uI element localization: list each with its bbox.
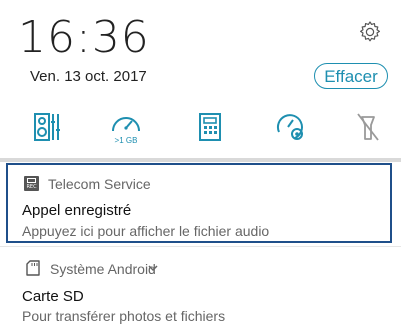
quick-setting-boost[interactable] bbox=[268, 105, 312, 149]
notification-sd-card[interactable]: Système Android Carte SD Pour transférer… bbox=[0, 247, 401, 329]
notification-call-recorded[interactable]: REC Telecom Service Appel enregistré App… bbox=[6, 163, 392, 243]
quick-setting-audio-wizard[interactable] bbox=[26, 105, 70, 149]
notification-title: Appel enregistré bbox=[22, 202, 132, 219]
quick-setting-flashlight[interactable] bbox=[346, 105, 390, 149]
calculator-icon bbox=[199, 113, 221, 141]
sd-card-icon bbox=[26, 260, 40, 276]
recorder-icon: REC bbox=[24, 176, 39, 191]
boost-icon bbox=[276, 114, 303, 140]
notification-app-name: Système Android bbox=[50, 261, 156, 277]
date-label: Ven. 13 oct. 2017 bbox=[30, 68, 147, 85]
flashlight-off-icon bbox=[357, 113, 379, 141]
settings-gear-icon[interactable] bbox=[358, 20, 382, 44]
clock: 16:36 bbox=[18, 12, 150, 63]
clear-all-button[interactable]: Effacer bbox=[314, 63, 388, 89]
quick-setting-calculator[interactable] bbox=[188, 105, 232, 149]
notification-text: Appuyez ici pour afficher le fichier aud… bbox=[22, 223, 270, 239]
notification-text: Pour transférer photos et fichiers bbox=[22, 308, 226, 324]
quick-settings-row: >1 GB bbox=[0, 105, 401, 149]
notification-title: Carte SD bbox=[22, 288, 84, 305]
notification-app-name: Telecom Service bbox=[48, 176, 151, 192]
data-usage-label: >1 GB bbox=[115, 136, 138, 145]
recorder-icon-text: REC bbox=[26, 184, 37, 190]
header-divider bbox=[0, 158, 401, 162]
audio-wizard-icon bbox=[34, 113, 60, 141]
notification-header: 16:36 Ven. 13 oct. 2017 Effacer >1 GB bbox=[0, 0, 401, 158]
quick-setting-data-usage[interactable]: >1 GB bbox=[104, 105, 148, 149]
chevron-down-icon[interactable] bbox=[148, 264, 158, 272]
data-usage-icon: >1 GB bbox=[112, 117, 140, 145]
